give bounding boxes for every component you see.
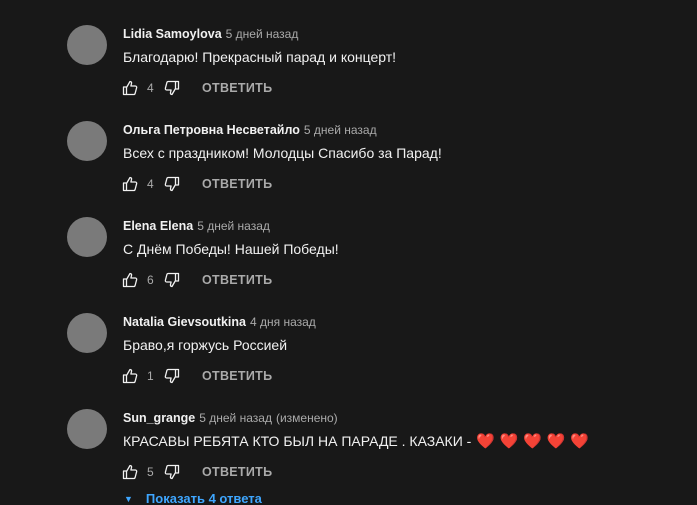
comment-header: Ольга Петровна Несветайло 5 дней назад <box>123 122 377 138</box>
reply-button[interactable]: ОТВЕТИТЬ <box>202 369 272 383</box>
reply-button[interactable]: ОТВЕТИТЬ <box>202 273 272 287</box>
thumb-up-icon[interactable] <box>122 176 138 192</box>
like-count: 6 <box>147 273 154 287</box>
author-name[interactable]: Sun_grange <box>123 411 195 425</box>
thumb-up-icon[interactable] <box>122 368 138 384</box>
comment-text-body: КРАСАВЫ РЕБЯТА КТО БЫЛ НА ПАРАДЕ . КАЗАК… <box>123 433 476 449</box>
avatar[interactable] <box>67 313 107 353</box>
thumb-down-icon[interactable] <box>164 368 180 384</box>
author-name[interactable]: Elena Elena <box>123 219 193 233</box>
comment-header: Sun_grange 5 дней назад (изменено) <box>123 410 338 426</box>
thumb-up-icon[interactable] <box>122 272 138 288</box>
comment-actions: 1 ОТВЕТИТЬ <box>122 368 272 384</box>
reply-button[interactable]: ОТВЕТИТЬ <box>202 177 272 191</box>
comment-text: Благодарю! Прекрасный парад и концерт! <box>123 49 397 65</box>
like-count: 5 <box>147 465 154 479</box>
comment-text: Всех с праздником! Молодцы Спасибо за Па… <box>123 145 442 161</box>
comment-text: КРАСАВЫ РЕБЯТА КТО БЫЛ НА ПАРАДЕ . КАЗАК… <box>123 431 589 451</box>
comment-thread: Ольга Петровна Несветайло 5 дней назад Вс… <box>0 96 697 192</box>
author-name[interactable]: Ольга Петровна Несветайло <box>123 123 300 137</box>
avatar[interactable] <box>67 217 107 257</box>
thumb-down-icon[interactable] <box>164 464 180 480</box>
like-count: 4 <box>147 81 154 95</box>
comment-thread: Natalia Gievsoutkina 4 дня назад Браво,я … <box>0 288 697 384</box>
thumb-up-icon[interactable] <box>122 464 138 480</box>
like-count: 4 <box>147 177 154 191</box>
reply-button[interactable]: ОТВЕТИТЬ <box>202 465 272 479</box>
comment-time[interactable]: 5 дней назад <box>304 123 377 137</box>
edited-label: (изменено) <box>275 411 338 425</box>
heart-emoji-group: ❤️ ❤️ ❤️ ❤️ ❤️ <box>476 432 589 450</box>
thumb-down-icon[interactable] <box>164 272 180 288</box>
comment-actions: 4 ОТВЕТИТЬ <box>122 176 272 192</box>
comment-time[interactable]: 5 дней назад <box>226 27 299 41</box>
author-name[interactable]: Natalia Gievsoutkina <box>123 315 246 329</box>
comment-header: Elena Elena 5 дней назад <box>123 218 270 234</box>
avatar[interactable] <box>67 121 107 161</box>
thumb-up-icon[interactable] <box>122 80 138 96</box>
show-replies-label: Показать 4 ответа <box>145 491 262 505</box>
comment-text: С Днём Победы! Нашей Победы! <box>123 241 339 257</box>
avatar[interactable] <box>67 25 107 65</box>
comment-header: Lidia Samoylova 5 дней назад <box>123 26 298 42</box>
comment-thread: Elena Elena 5 дней назад С Днём Победы! Н… <box>0 192 697 288</box>
comment-thread: Lidia Samoylova 5 дней назад Благодарю! П… <box>0 0 697 96</box>
comment-time[interactable]: 5 дней назад <box>197 219 270 233</box>
reply-button[interactable]: ОТВЕТИТЬ <box>202 81 272 95</box>
like-count: 1 <box>147 369 154 383</box>
avatar[interactable] <box>67 409 107 449</box>
thumb-down-icon[interactable] <box>164 80 180 96</box>
comment-text: Браво,я горжусь Россией <box>123 337 288 353</box>
caret-down-icon: ▼ <box>124 493 133 504</box>
author-name[interactable]: Lidia Samoylova <box>123 27 222 41</box>
comment-actions: 4 ОТВЕТИТЬ <box>122 80 272 96</box>
comment-actions: 6 ОТВЕТИТЬ <box>122 272 272 288</box>
show-replies-button[interactable]: ▼ Показать 4 ответа <box>122 491 262 505</box>
comment-time[interactable]: 4 дня назад <box>250 315 316 329</box>
thumb-down-icon[interactable] <box>164 176 180 192</box>
comment-thread: Sun_grange 5 дней назад (изменено) КРАСАВЫ… <box>0 384 697 480</box>
comment-actions: 5 ОТВЕТИТЬ <box>122 464 272 480</box>
comment-time[interactable]: 5 дней назад <box>199 411 272 425</box>
comment-header: Natalia Gievsoutkina 4 дня назад <box>123 314 316 330</box>
